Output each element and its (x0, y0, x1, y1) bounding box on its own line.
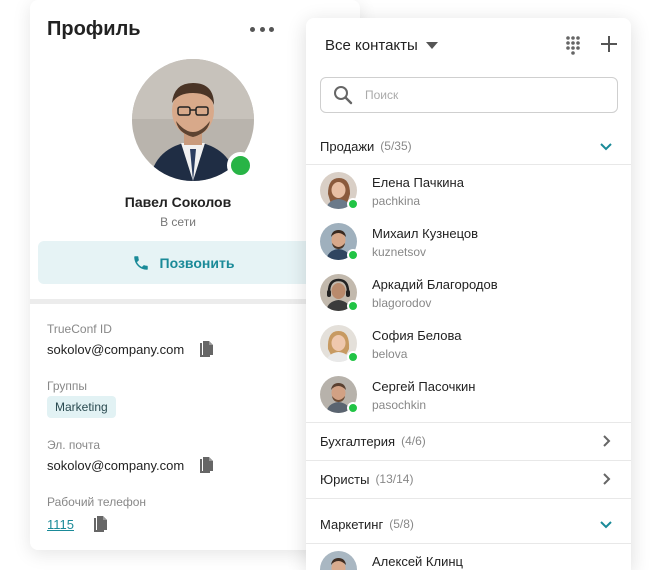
contact-name: София Белова (372, 328, 462, 343)
call-button[interactable]: Позвонить (38, 241, 328, 284)
contact-name: Михаил Кузнецов (372, 226, 479, 241)
contact-name: Алексей Клинц (372, 554, 463, 569)
avatar (320, 551, 357, 570)
contact-name: Сергей Пасочкин (372, 379, 476, 394)
group-name: Бухгалтерия (320, 433, 396, 449)
search-input[interactable] (365, 88, 605, 102)
group-count: (5/8) (389, 517, 414, 531)
chevron-right-icon (603, 473, 611, 485)
profile-name: Павел Соколов (124, 194, 232, 210)
contacts-panel: Все контакты Продажи (5/35) Елена Пачкин… (306, 18, 631, 570)
divider (306, 498, 631, 499)
more-horizontal-icon[interactable] (250, 20, 274, 38)
contact-login: pachkina (372, 194, 421, 208)
group-count: (4/6) (401, 434, 426, 448)
contact-item[interactable]: Алексей Клинц (306, 544, 631, 570)
trueconf-id-label: TrueConf ID (47, 322, 112, 336)
group-header-lawyers[interactable]: Юристы (13/14) (306, 461, 631, 497)
contact-login: belova (372, 347, 408, 361)
work-phone-label: Рабочий телефон (47, 495, 147, 509)
profile-status: В сети (160, 215, 196, 229)
profile-title: Профиль (47, 18, 141, 40)
chevron-right-icon (603, 435, 611, 447)
contact-item[interactable]: Сергей Пасочкин pasochkin (306, 369, 631, 420)
group-header-sales[interactable]: Продажи (5/35) (306, 128, 631, 164)
email-label: Эл. почта (47, 438, 101, 452)
phone-icon (133, 255, 148, 270)
groups-label: Группы (47, 379, 87, 393)
search-field[interactable] (320, 77, 618, 113)
contact-item[interactable]: София Белова belova (306, 318, 631, 369)
chevron-down-icon (600, 143, 612, 151)
contact-login: blagorodov (372, 296, 432, 310)
copy-icon[interactable] (198, 456, 214, 474)
contact-login: kuznetsov (372, 245, 427, 259)
group-header-marketing[interactable]: Маркетинг (5/8) (306, 506, 631, 542)
contact-item[interactable]: Елена Пачкина pachkina (306, 165, 631, 216)
online-status-indicator (347, 198, 359, 210)
call-button-label: Позвонить (159, 254, 235, 271)
online-status-indicator (347, 351, 359, 363)
online-status-indicator (347, 402, 359, 414)
search-icon (334, 86, 353, 105)
contact-name: Елена Пачкина (372, 175, 464, 190)
work-phone-link[interactable]: 1115 (47, 517, 74, 532)
email-value: sokolov@company.com (47, 458, 185, 473)
copy-icon[interactable] (92, 515, 108, 533)
group-name: Юристы (320, 471, 370, 487)
add-contact-icon[interactable] (601, 36, 617, 52)
contacts-title: Все контакты (325, 37, 418, 54)
group-name: Продажи (320, 138, 375, 154)
trueconf-id-value: sokolov@company.com (47, 342, 185, 357)
contact-login: pasochkin (372, 398, 427, 412)
dialpad-icon[interactable] (565, 35, 581, 55)
chevron-down-icon (600, 521, 612, 529)
group-count: (13/14) (375, 472, 414, 486)
group-count: (5/35) (380, 139, 412, 153)
group-tag[interactable]: Marketing (47, 396, 116, 418)
caret-down-icon (425, 42, 438, 49)
contact-name: Аркадий Благородов (372, 277, 498, 292)
contact-item[interactable]: Аркадий Благородов blagorodov (306, 267, 631, 318)
copy-icon[interactable] (198, 340, 214, 358)
contact-item[interactable]: Михаил Кузнецов kuznetsov (306, 216, 631, 267)
online-status-indicator (227, 152, 254, 179)
group-name: Маркетинг (320, 516, 384, 532)
contacts-filter-dropdown[interactable]: Все контакты (325, 37, 438, 54)
online-status-indicator (347, 249, 359, 261)
online-status-indicator (347, 300, 359, 312)
group-header-accounting[interactable]: Бухгалтерия (4/6) (306, 423, 631, 459)
